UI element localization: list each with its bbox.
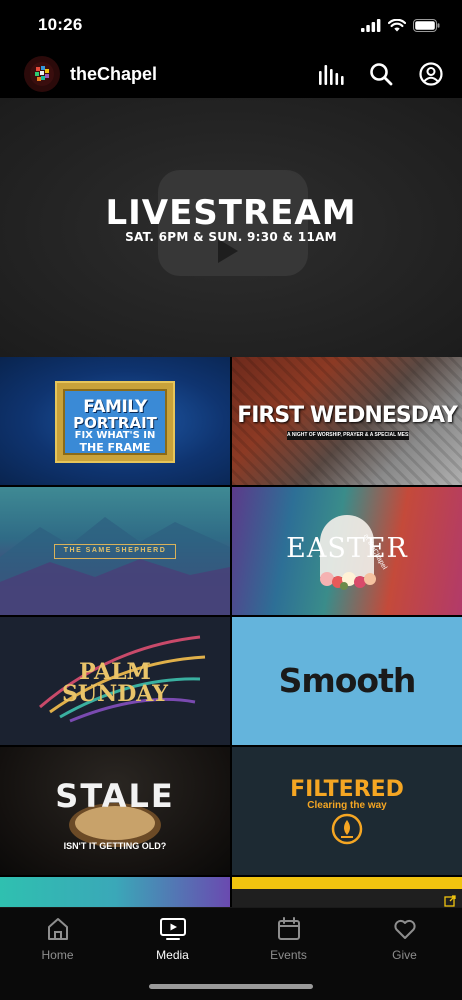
wifi-icon [388, 18, 406, 31]
heart-icon [393, 919, 416, 939]
header-actions [318, 61, 444, 87]
tab-home-label: Home [41, 948, 74, 962]
tile-subtitle: Clearing the way [307, 800, 387, 811]
media-tile-partial-right[interactable] [232, 877, 462, 907]
church-logo[interactable] [24, 56, 60, 92]
media-tile-first-wednesday[interactable]: FIRST WEDNESDAY A NIGHT OF WORSHIP, PRAY… [232, 357, 462, 485]
tile-title-line2: SUNDAY [62, 681, 168, 707]
app-header: theChapel [0, 50, 462, 98]
tab-events-label: Events [270, 948, 307, 962]
tab-media[interactable]: Media [115, 916, 230, 972]
cellular-signal-icon [361, 18, 381, 32]
tile-title: STALE [55, 777, 175, 815]
media-icon [159, 918, 186, 940]
tile-title: FIRST WEDNESDAY [237, 403, 458, 428]
external-link-icon [444, 895, 456, 907]
livestream-hero[interactable]: LIVESTREAM SAT. 6PM & SUN. 9:30 & 11AM [0, 98, 462, 357]
tab-give[interactable]: Give [347, 916, 462, 972]
tile-title: Smooth [278, 661, 417, 700]
status-time: 10:26 [38, 15, 83, 34]
media-tile-filtered[interactable]: FILTERED Clearing the way [232, 747, 462, 875]
search-button[interactable] [368, 61, 394, 87]
media-tile-stale[interactable]: STALE ISN'T IT GETTING OLD? [0, 747, 230, 875]
livestream-title: LIVESTREAM [105, 193, 357, 233]
tile-subtitle: ISN'T IT GETTING OLD? [63, 841, 167, 851]
tile-subtitle: A NIGHT OF WORSHIP, PRAYER & A SPECIAL M… [287, 431, 409, 440]
profile-icon [419, 62, 443, 86]
tile-title-line4: THE FRAME [79, 441, 151, 454]
tile-title: EASTER [286, 533, 408, 564]
tab-media-label: Media [156, 948, 189, 962]
livestream-schedule: SAT. 6PM & SUN. 9:30 & 11AM [125, 230, 337, 244]
tile-title: FILTERED [290, 777, 404, 802]
tab-events[interactable]: Events [231, 916, 346, 972]
search-icon [370, 63, 393, 86]
media-tile-smooth[interactable]: Smooth [232, 617, 462, 745]
media-grid: FAMILY PORTRAIT FIX WHAT'S IN THE FRAME … [0, 357, 462, 907]
media-tile-easter[interactable]: EASTER at theChapel [232, 487, 462, 615]
battery-icon [413, 18, 440, 32]
tab-give-label: Give [392, 948, 417, 962]
app-title: theChapel [70, 63, 158, 84]
water-drop-icon [331, 813, 363, 845]
media-tile-partial-left[interactable] [0, 877, 230, 907]
media-tile-family-portrait[interactable]: FAMILY PORTRAIT FIX WHAT'S IN THE FRAME [0, 357, 230, 485]
media-tile-the-same-shepherd[interactable]: THE SAME SHEPHERD [0, 487, 230, 615]
audio-button[interactable] [318, 61, 344, 87]
calendar-icon [277, 917, 300, 940]
home-indicator [149, 984, 313, 989]
audio-bars-icon [319, 65, 344, 85]
tile-title: THE SAME SHEPHERD [63, 547, 167, 554]
status-bar: 10:26 [0, 0, 462, 50]
media-tile-palm-sunday[interactable]: PALM SUNDAY [0, 617, 230, 745]
logo-mosaic-icon [30, 62, 54, 86]
tab-home[interactable]: Home [0, 916, 115, 972]
home-icon [47, 918, 68, 940]
profile-button[interactable] [418, 61, 444, 87]
status-icons [361, 18, 440, 32]
tile-title-line3: FIX WHAT'S IN [74, 430, 156, 441]
